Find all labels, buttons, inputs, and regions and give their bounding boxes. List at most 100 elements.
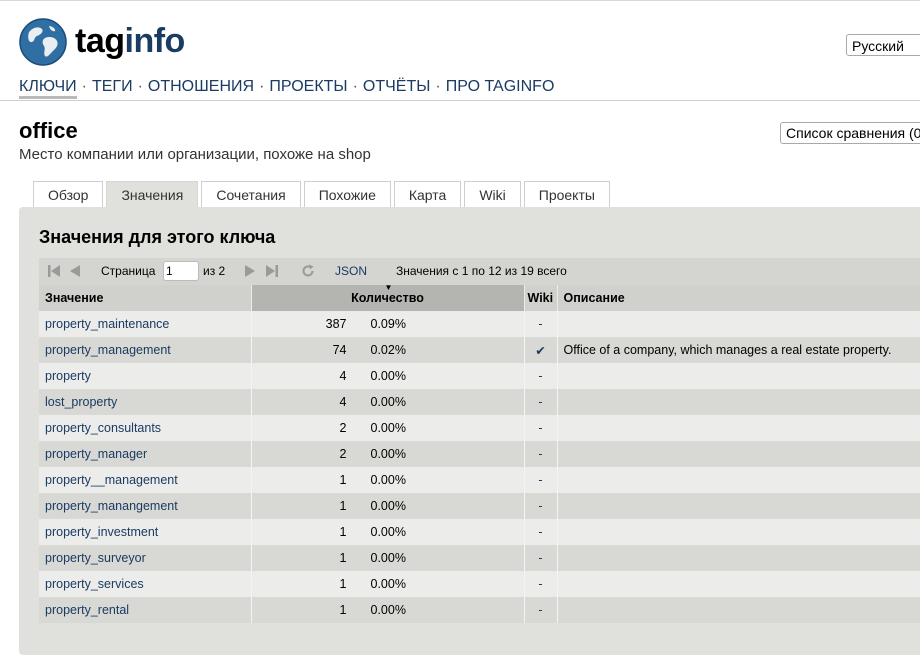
first-page-icon[interactable] <box>47 264 61 278</box>
page-number-input[interactable]: 1 <box>163 261 199 281</box>
language-select[interactable]: Русский <box>846 34 920 56</box>
value-link[interactable]: property_management <box>45 343 171 357</box>
column-header-count[interactable]: ▼ Количество <box>251 284 525 311</box>
tab-overview[interactable]: Обзор <box>33 181 104 207</box>
column-header-count-label: Количество <box>351 291 424 305</box>
globe-logo-icon[interactable] <box>19 18 67 66</box>
value-link[interactable]: property_consultants <box>45 421 161 435</box>
value-link[interactable]: property_maintenance <box>45 317 169 331</box>
value-link[interactable]: property_rental <box>45 603 129 617</box>
column-header-description[interactable]: Описание <box>557 285 920 311</box>
count-cell: 4 0.00% <box>251 389 525 415</box>
last-page-icon[interactable] <box>265 264 279 278</box>
wiki-cell[interactable]: - <box>524 545 558 571</box>
table-row: property_manangement 1 0.00% - <box>39 493 920 519</box>
count-percent: 0.00% <box>370 551 406 565</box>
description-cell <box>557 467 920 493</box>
count-value: 1 <box>339 525 347 539</box>
table-row: property_manager 2 0.00% - <box>39 441 920 467</box>
tab-wiki[interactable]: Wiki <box>464 181 521 207</box>
value-cell: property_manager <box>39 441 252 467</box>
count-percent: 0.00% <box>370 395 406 409</box>
nav-separator: · <box>435 78 441 95</box>
count-percent: 0.00% <box>370 369 406 383</box>
nav-keys[interactable]: КЛЮЧИ <box>19 78 77 99</box>
table-row: property 4 0.00% - <box>39 363 920 389</box>
wiki-cell[interactable]: - <box>524 519 558 545</box>
value-cell: property_services <box>39 571 252 597</box>
next-page-icon[interactable] <box>243 264 257 278</box>
column-header-value[interactable]: Значение <box>39 285 252 311</box>
wiki-cell[interactable]: - <box>524 415 558 441</box>
value-link[interactable]: property_surveyor <box>45 551 146 565</box>
wiki-cell[interactable]: - <box>524 597 558 623</box>
value-cell: property_rental <box>39 597 252 623</box>
prev-page-icon[interactable] <box>68 264 82 278</box>
nav-separator: · <box>137 78 143 95</box>
count-cell: 1 0.00% <box>251 597 525 623</box>
count-percent: 0.00% <box>370 525 406 539</box>
count-percent: 0.09% <box>370 317 406 331</box>
value-link[interactable]: property_manager <box>45 447 147 461</box>
json-link[interactable]: JSON <box>335 264 367 278</box>
table-row: property_maintenance 387 0.09% - <box>39 311 920 337</box>
tab-values[interactable]: Значения <box>106 181 199 207</box>
wiki-cell[interactable]: - <box>524 389 558 415</box>
value-cell: property__management <box>39 467 252 493</box>
top-border <box>0 0 920 1</box>
wiki-cell[interactable]: - <box>524 363 558 389</box>
nav-about[interactable]: ПРО TAGINFO <box>446 78 555 95</box>
tab-combinations[interactable]: Сочетания <box>201 181 301 207</box>
table-row: property_surveyor 1 0.00% - <box>39 545 920 571</box>
panel-title: Значения для этого ключа <box>39 227 276 247</box>
value-link[interactable]: property_services <box>45 577 144 591</box>
nav-separator: · <box>352 78 358 95</box>
count-percent: 0.00% <box>370 447 406 461</box>
count-percent: 0.00% <box>370 499 406 513</box>
count-value: 1 <box>339 603 347 617</box>
comparison-list-select[interactable]: Список сравнения (0) <box>780 122 920 144</box>
wiki-cell[interactable]: ✔ <box>524 337 558 363</box>
nav-tags[interactable]: ТЕГИ <box>92 78 133 95</box>
pager-summary: Значения с 1 по 12 из 19 всего <box>396 264 567 278</box>
values-table: Значение ▼ Количество Wiki Описание prop… <box>39 284 920 623</box>
page-label: Страница <box>101 264 156 278</box>
table-row: property_rental 1 0.00% - <box>39 597 920 623</box>
nav-divider <box>0 100 920 101</box>
value-cell: property_investment <box>39 519 252 545</box>
table-row: lost_property 4 0.00% - <box>39 389 920 415</box>
value-link[interactable]: property_manangement <box>45 499 178 513</box>
brand-wordmark[interactable]: taginfo <box>75 22 185 61</box>
count-cell: 1 0.00% <box>251 545 525 571</box>
value-link[interactable]: property <box>45 369 91 383</box>
brand-tag: tag <box>75 22 125 60</box>
tab-projects[interactable]: Проекты <box>523 181 610 207</box>
count-value: 2 <box>339 421 347 435</box>
value-cell: property_maintenance <box>39 311 252 337</box>
count-value: 74 <box>332 343 347 357</box>
table-row: property__management 1 0.00% - <box>39 467 920 493</box>
value-cell: property_management <box>39 337 252 363</box>
count-cell: 2 0.00% <box>251 441 525 467</box>
nav-reports[interactable]: ОТЧЁТЫ <box>363 78 431 95</box>
nav-relations[interactable]: ОТНОШЕНИЯ <box>148 78 254 95</box>
nav-separator: · <box>81 78 87 95</box>
value-link[interactable]: property_investment <box>45 525 158 539</box>
value-link[interactable]: property__management <box>45 473 178 487</box>
wiki-cell[interactable]: - <box>524 441 558 467</box>
count-value: 1 <box>339 499 347 513</box>
wiki-cell[interactable]: - <box>524 467 558 493</box>
wiki-cell[interactable]: - <box>524 311 558 337</box>
description-cell <box>557 519 920 545</box>
wiki-cell[interactable]: - <box>524 493 558 519</box>
reload-icon[interactable] <box>301 264 315 278</box>
count-cell: 1 0.00% <box>251 571 525 597</box>
value-link[interactable]: lost_property <box>45 395 117 409</box>
value-cell: property_consultants <box>39 415 252 441</box>
tab-map[interactable]: Карта <box>393 181 462 207</box>
nav-projects[interactable]: ПРОЕКТЫ <box>269 78 347 95</box>
column-header-wiki[interactable]: Wiki <box>524 285 558 311</box>
tab-similar[interactable]: Похожие <box>303 181 391 207</box>
wiki-cell[interactable]: - <box>524 571 558 597</box>
count-value: 2 <box>339 447 347 461</box>
